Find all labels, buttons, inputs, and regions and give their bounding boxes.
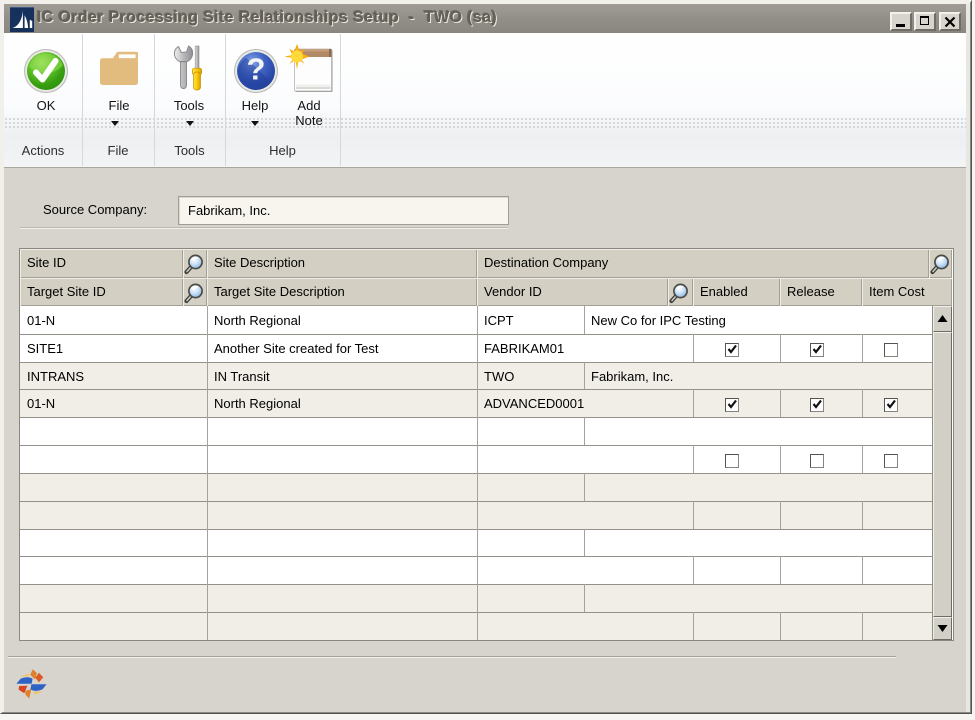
svg-text:?: ? [247,52,266,87]
